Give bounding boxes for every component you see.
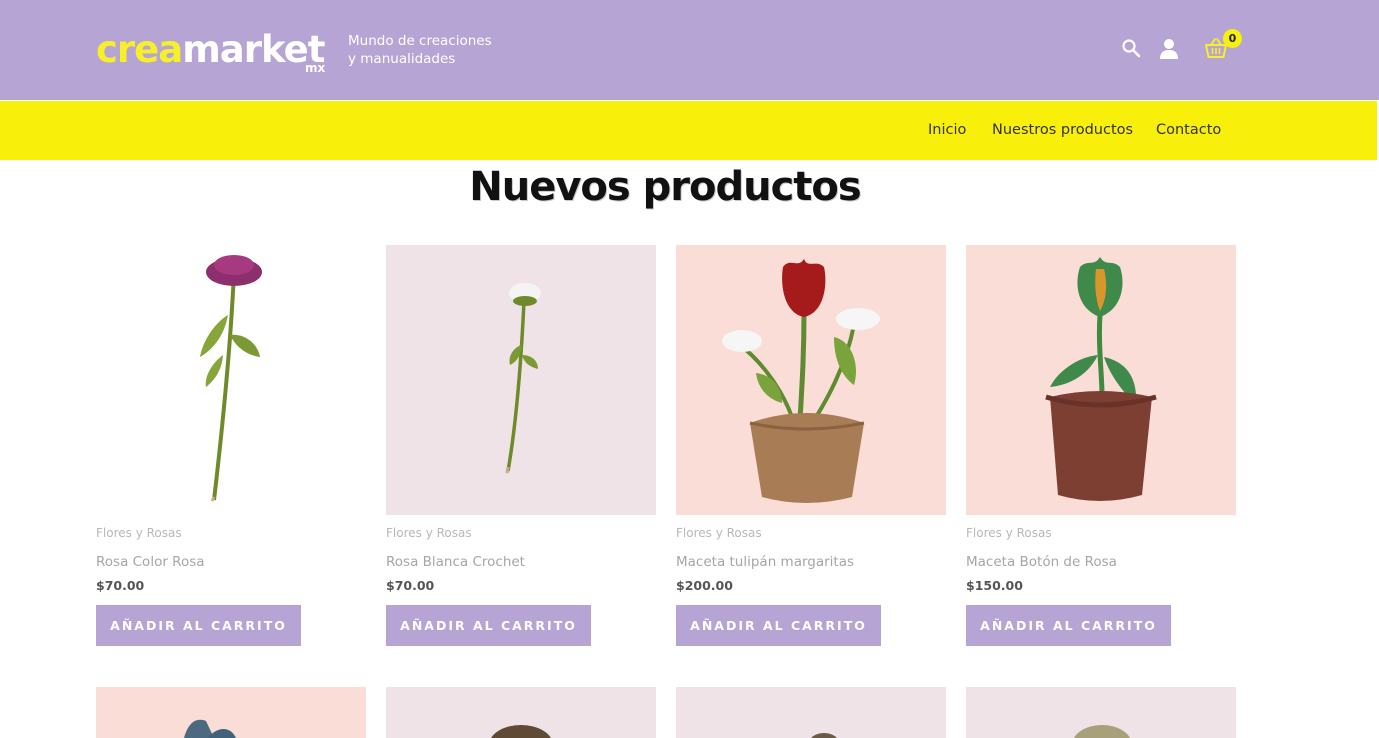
logo-market-text: market (182, 28, 325, 71)
user-icon[interactable] (1157, 36, 1181, 60)
logo-crea-text: crea (96, 28, 183, 71)
product-image-partial (1073, 725, 1131, 738)
product-price: $200.00 (676, 578, 733, 593)
product-image-partial (491, 725, 551, 738)
product-image-white-rose[interactable] (386, 245, 656, 515)
product-card-image-partial[interactable] (96, 687, 366, 738)
product-category[interactable]: Flores y Rosas (96, 526, 182, 540)
product-name[interactable]: Rosa Color Rosa (96, 554, 205, 570)
product-price: $70.00 (96, 578, 145, 593)
product-image-partial (811, 733, 837, 738)
site-header: creamarket mx Mundo de creaciones y manu… (0, 0, 1379, 100)
site-logo[interactable]: creamarket mx (96, 28, 326, 78)
product-image-tulip-pot[interactable] (676, 245, 946, 515)
logo-mx-text: mx (305, 61, 326, 75)
product-card-image-partial[interactable] (386, 687, 656, 738)
product-category[interactable]: Flores y Rosas (386, 526, 472, 540)
product-price: $150.00 (966, 578, 1023, 593)
product-category[interactable]: Flores y Rosas (676, 526, 762, 540)
nav-link-nuestros-productos[interactable]: Nuestros productos (992, 122, 1133, 138)
add-to-cart-button[interactable]: AÑADIR AL CARRITO (96, 605, 301, 646)
product-name[interactable]: Maceta Botón de Rosa (966, 554, 1117, 570)
search-icon[interactable] (1120, 37, 1144, 61)
product-category[interactable]: Flores y Rosas (966, 526, 1052, 540)
tagline-line-2: y manualidades (348, 51, 456, 67)
product-image-pink-rose[interactable] (96, 245, 366, 515)
product-card-image-partial[interactable] (966, 687, 1236, 738)
add-to-cart-button[interactable]: AÑADIR AL CARRITO (386, 605, 591, 646)
product-image-rosebud-pot[interactable] (966, 245, 1236, 515)
product-card-image-partial[interactable] (676, 687, 946, 738)
add-to-cart-button[interactable]: AÑADIR AL CARRITO (966, 605, 1171, 646)
product-price: $70.00 (386, 578, 435, 593)
nav-link-inicio[interactable]: Inicio (928, 122, 966, 138)
nav-link-contacto[interactable]: Contacto (1156, 122, 1221, 138)
site-tagline: Mundo de creaciones y manualidades (348, 32, 492, 68)
section-title: Nuevos productos (469, 164, 861, 210)
tagline-line-1: Mundo de creaciones (348, 33, 492, 49)
add-to-cart-button[interactable]: AÑADIR AL CARRITO (676, 605, 881, 646)
product-name[interactable]: Maceta tulipán margaritas (676, 554, 854, 570)
cart-count-badge: 0 (1223, 29, 1242, 48)
product-name[interactable]: Rosa Blanca Crochet (386, 554, 525, 570)
product-image-partial (184, 719, 236, 738)
main-nav: Inicio Nuestros productos Contacto (0, 101, 1377, 160)
